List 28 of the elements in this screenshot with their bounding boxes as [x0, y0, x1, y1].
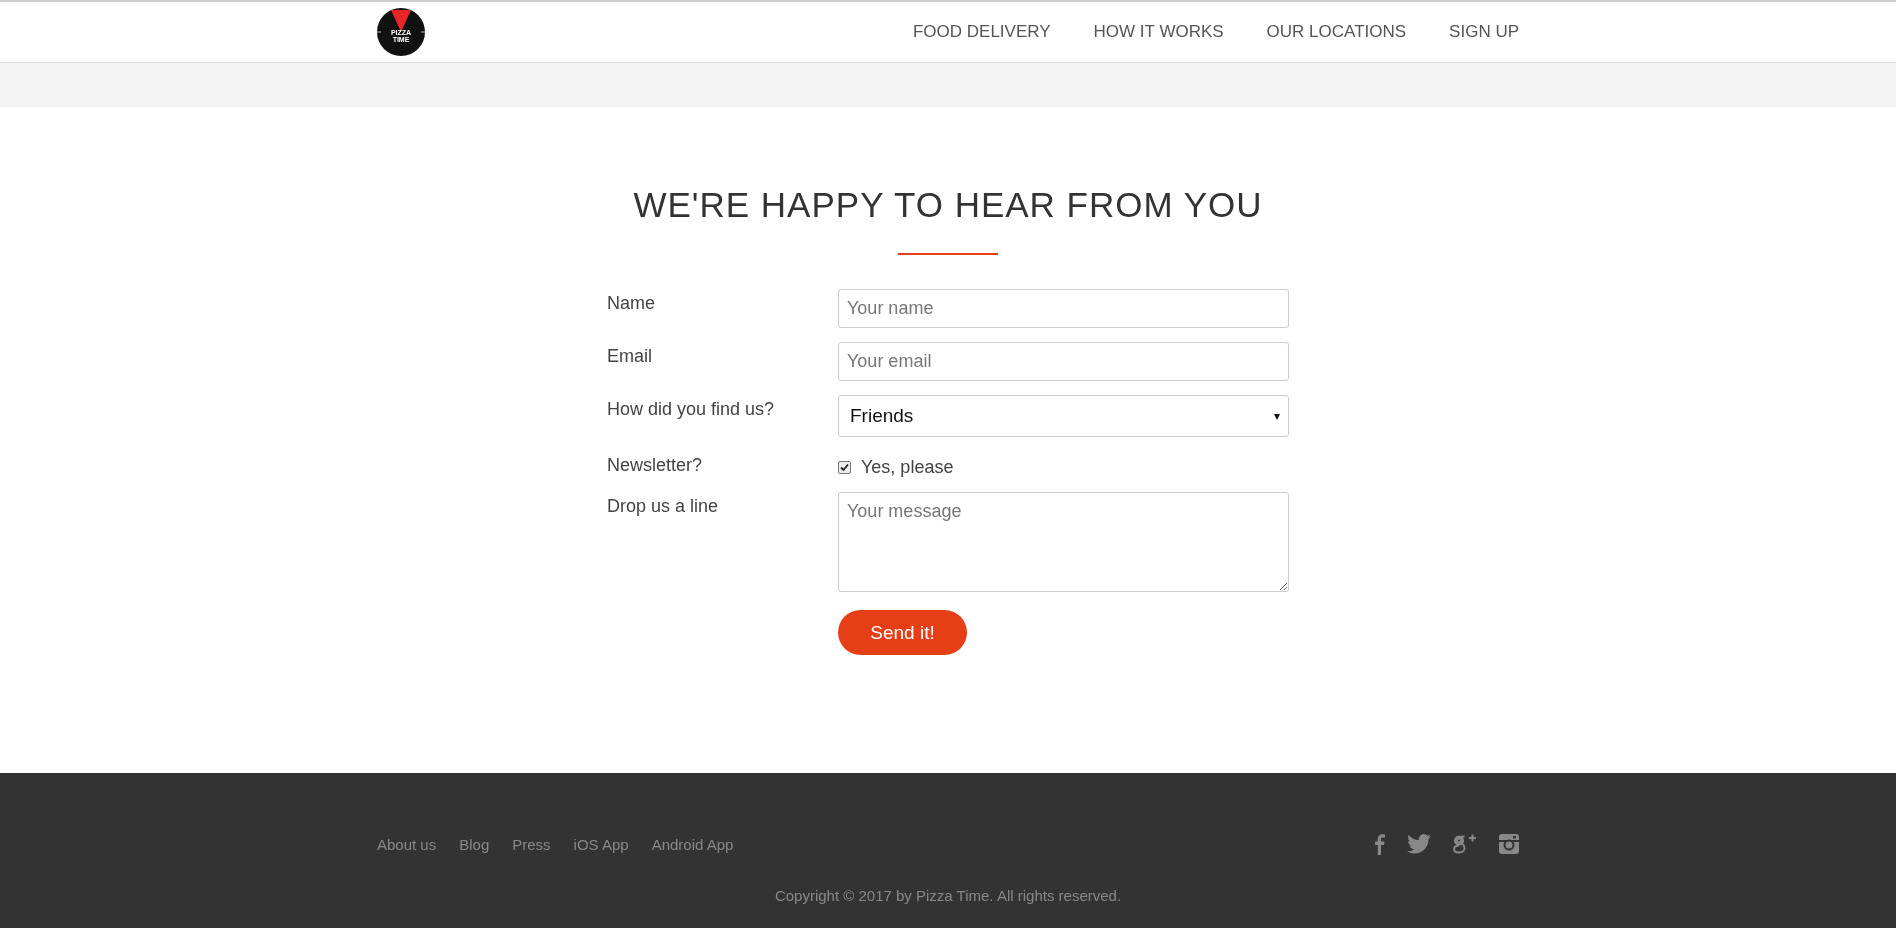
- field-label: Drop us a line: [607, 495, 720, 518]
- field-label: Name: [607, 292, 656, 315]
- camera-icon[interactable]: [1499, 834, 1519, 854]
- message-field[interactable]: Your message: [838, 492, 1289, 592]
- nav-link[interactable]: OUR LOCATIONS: [1266, 22, 1407, 42]
- dropdown-field[interactable]: Friends ▾: [838, 395, 1289, 437]
- footer-link[interactable]: Android App: [651, 835, 734, 853]
- footer-link[interactable]: Blog: [459, 835, 490, 853]
- page-heading: WE'RE HAPPY TO HEAR FROM YOU: [632, 184, 1264, 225]
- field-label: How did you find us?: [607, 398, 776, 421]
- footer-link[interactable]: iOS App: [573, 835, 629, 853]
- nav-link[interactable]: FOOD DELIVERY: [912, 22, 1051, 42]
- copyright-text: Copyright © 2017 by Pizza Time. All rights reserved.: [773, 887, 1123, 904]
- text-input-field[interactable]: Your name: [838, 289, 1289, 328]
- field-label: Email: [607, 345, 653, 368]
- footer-link[interactable]: About us: [377, 835, 437, 853]
- footer-link[interactable]: Press: [512, 835, 551, 853]
- checkbox-label[interactable]: Yes, please: [861, 457, 954, 478]
- text-input-field[interactable]: Your email: [838, 342, 1289, 381]
- field-label: Newsletter?: [607, 454, 704, 477]
- facebook-icon[interactable]: [1374, 833, 1385, 855]
- nav-link[interactable]: HOW IT WORKS: [1093, 22, 1224, 42]
- nav-link[interactable]: SIGN UP: [1449, 22, 1519, 42]
- google-plus-icon[interactable]: [1453, 833, 1477, 855]
- checkbox[interactable]: [838, 461, 851, 474]
- send-button[interactable]: Send it!: [838, 610, 967, 655]
- caret-icon: ▾: [1274, 409, 1280, 423]
- bird-icon[interactable]: [1407, 834, 1431, 854]
